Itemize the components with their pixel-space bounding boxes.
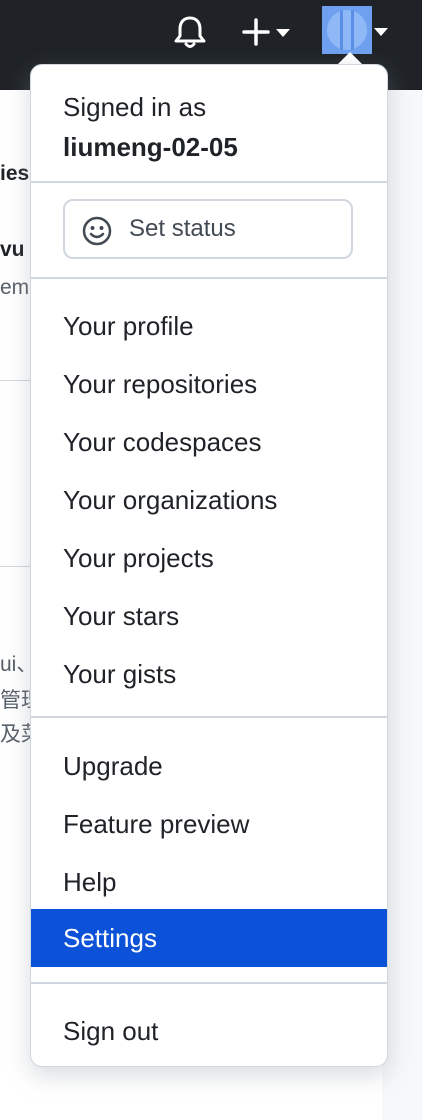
page-background-right (382, 90, 422, 1120)
smiley-icon (82, 216, 112, 246)
avatar-pattern (322, 6, 372, 54)
set-status-label: Set status (129, 215, 236, 242)
bell-icon (174, 16, 206, 48)
set-status-button[interactable]: Set status (63, 199, 353, 259)
menu-divider (31, 716, 387, 718)
menu-item-your-stars[interactable]: Your stars (31, 587, 387, 645)
plus-icon (242, 18, 270, 46)
menu-item-feature-preview[interactable]: Feature preview (31, 795, 387, 853)
signed-in-label: Signed in as (63, 92, 207, 122)
menu-item-upgrade[interactable]: Upgrade (31, 737, 387, 795)
menu-item-your-projects[interactable]: Your projects (31, 529, 387, 587)
menu-item-settings[interactable]: Settings (31, 909, 387, 967)
create-new-button[interactable] (236, 12, 296, 52)
avatar (322, 6, 372, 54)
user-menu-button[interactable] (322, 6, 394, 56)
menu-item-help[interactable]: Help (31, 853, 387, 911)
bg-text-fragment: vu (0, 238, 25, 261)
signed-in-header: Signed in as liumeng-02-05 (63, 87, 238, 167)
notifications-button[interactable] (172, 12, 208, 52)
username: liumeng-02-05 (63, 132, 238, 162)
menu-item-your-gists[interactable]: Your gists (31, 645, 387, 703)
bg-text-fragment: 管理 (0, 689, 30, 712)
caret-down-icon (374, 28, 388, 36)
bg-text-fragment: em (0, 276, 30, 299)
menu-item-your-organizations[interactable]: Your organizations (31, 471, 387, 529)
bg-text-fragment: ies (0, 162, 30, 185)
dropdown-pointer (338, 52, 362, 64)
bg-text-fragment: ui、 (0, 653, 30, 676)
menu-divider (31, 982, 387, 984)
bg-text-fragment: 及菜 (0, 723, 30, 746)
caret-down-icon (276, 29, 290, 37)
menu-divider (31, 277, 387, 279)
menu-item-your-profile[interactable]: Your profile (31, 297, 387, 355)
user-dropdown-menu: Signed in as liumeng-02-05 Set status Yo… (30, 64, 388, 1067)
menu-item-sign-out[interactable]: Sign out (31, 1002, 387, 1060)
menu-item-your-repositories[interactable]: Your repositories (31, 355, 387, 413)
menu-item-your-codespaces[interactable]: Your codespaces (31, 413, 387, 471)
menu-divider (31, 181, 387, 183)
